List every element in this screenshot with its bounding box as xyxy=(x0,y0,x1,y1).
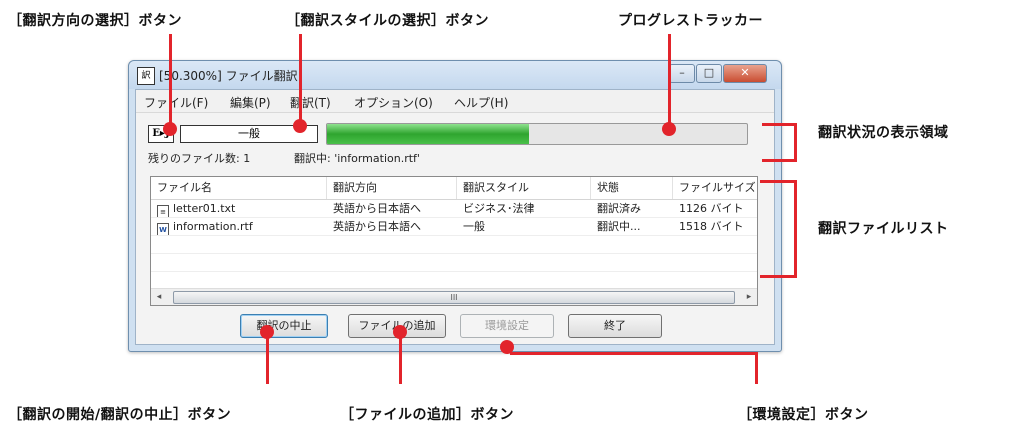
list-header: ファイル名 翻訳方向 翻訳スタイル 状態 ファイルサイズ xyxy=(151,177,757,200)
filename-text: information.rtf xyxy=(173,220,253,233)
file-list-bracket-bottom xyxy=(760,275,797,278)
progress-fill xyxy=(327,124,529,144)
annotation-line-settings-v xyxy=(755,352,758,384)
annotation-dot-progress xyxy=(662,122,676,136)
annotation-line-settings-h xyxy=(510,352,758,355)
menu-bar: ファイル(F) 編集(P) 翻訳(T) オプション(O) ヘルプ(H) xyxy=(136,90,774,113)
progress-tracker xyxy=(326,123,748,145)
text-file-icon: ≡ xyxy=(157,205,169,217)
column-header-filename[interactable]: ファイル名 xyxy=(151,177,327,199)
app-icon: 訳 xyxy=(137,67,155,85)
scroll-thumb[interactable]: III xyxy=(173,291,735,304)
remaining-files-text: 残りのファイル数: 1 xyxy=(148,152,251,165)
callout-status-area: 翻訳状況の表示領域 xyxy=(818,125,949,141)
callout-settings-button: ［環境設定］ボタン xyxy=(738,407,869,423)
annotation-line-stop xyxy=(266,336,269,384)
exit-button[interactable]: 終了 xyxy=(568,314,662,338)
scroll-right-arrow-icon[interactable]: ▸ xyxy=(741,289,757,305)
callout-start-stop-button: ［翻訳の開始/翻訳の中止］ボタン xyxy=(8,407,232,423)
callout-file-list: 翻訳ファイルリスト xyxy=(818,221,949,237)
column-header-size[interactable]: ファイルサイズ xyxy=(673,177,757,199)
status-area-bracket xyxy=(794,123,797,162)
menu-edit[interactable]: 編集(P) xyxy=(230,94,271,111)
callout-add-file-button: ［ファイルの追加］ボタン xyxy=(340,407,514,423)
filename-text: letter01.txt xyxy=(173,202,236,215)
table-row[interactable]: ≡ letter01.txt 英語から日本語へ ビジネス･法律 翻訳済み 1126… xyxy=(151,200,757,218)
column-header-state[interactable]: 状態 xyxy=(591,177,673,199)
callout-progress-tracker: プログレストラッカー xyxy=(618,13,763,29)
empty-row xyxy=(151,236,757,254)
row-style: 一般 xyxy=(463,220,485,233)
word-file-icon: W xyxy=(157,223,169,235)
translation-file-list[interactable]: ファイル名 翻訳方向 翻訳スタイル 状態 ファイルサイズ ≡ letter01.t… xyxy=(150,176,758,306)
scroll-left-arrow-icon[interactable]: ◂ xyxy=(151,289,167,305)
client-area: ファイル(F) 編集(P) 翻訳(T) オプション(O) ヘルプ(H) E▸J … xyxy=(135,89,775,345)
annotation-line-style xyxy=(299,34,302,126)
menu-options[interactable]: オプション(O) xyxy=(354,94,433,111)
row-state: 翻訳中... xyxy=(597,220,641,233)
row-state: 翻訳済み xyxy=(597,202,641,215)
empty-row xyxy=(151,254,757,272)
row-direction: 英語から日本語へ xyxy=(333,220,421,233)
menu-translate[interactable]: 翻訳(T) xyxy=(290,94,331,111)
translating-file-text: 翻訳中: 'information.rtf' xyxy=(294,152,420,165)
settings-button[interactable]: 環境設定 xyxy=(460,314,554,338)
row-size: 1126 バイト xyxy=(679,202,744,215)
row-filename: Winformation.rtf xyxy=(151,218,327,235)
stop-translation-button[interactable]: 翻訳の中止 xyxy=(240,314,328,338)
column-header-direction[interactable]: 翻訳方向 xyxy=(327,177,457,199)
file-list-bracket-top xyxy=(760,180,797,183)
close-button[interactable]: ✕ xyxy=(723,64,767,83)
file-list-bracket xyxy=(794,180,797,278)
annotation-line-add-file xyxy=(399,336,402,384)
menu-help[interactable]: ヘルプ(H) xyxy=(454,94,508,111)
status-area-bracket-bottom xyxy=(762,159,797,162)
table-row[interactable]: Winformation.rtf 英語から日本語へ 一般 翻訳中... 1518… xyxy=(151,218,757,236)
title-bar[interactable]: 訳 [50.300%] ファイル翻訳 – □ ✕ xyxy=(129,61,781,89)
minimize-button[interactable]: – xyxy=(669,64,695,83)
callout-style-button: ［翻訳スタイルの選択］ボタン xyxy=(286,13,489,29)
file-translation-window: 訳 [50.300%] ファイル翻訳 – □ ✕ ファイル(F) 編集(P) 翻… xyxy=(128,60,782,352)
annotation-line-progress xyxy=(668,34,671,126)
window-title: [50.300%] ファイル翻訳 xyxy=(159,69,298,83)
row-filename: ≡ letter01.txt xyxy=(151,200,327,217)
row-style: ビジネス･法律 xyxy=(463,202,535,215)
column-header-style[interactable]: 翻訳スタイル xyxy=(457,177,591,199)
callout-direction-button: ［翻訳方向の選択］ボタン xyxy=(8,13,182,29)
row-size: 1518 バイト xyxy=(679,220,744,233)
annotation-dot-style xyxy=(293,119,307,133)
menu-file[interactable]: ファイル(F) xyxy=(144,94,208,111)
annotation-line-direction xyxy=(169,34,172,126)
horizontal-scrollbar[interactable]: ◂ III ▸ xyxy=(151,288,757,305)
status-area-bracket-top xyxy=(762,123,797,126)
maximize-button[interactable]: □ xyxy=(696,64,722,83)
row-direction: 英語から日本語へ xyxy=(333,202,421,215)
annotation-dot-direction xyxy=(163,122,177,136)
